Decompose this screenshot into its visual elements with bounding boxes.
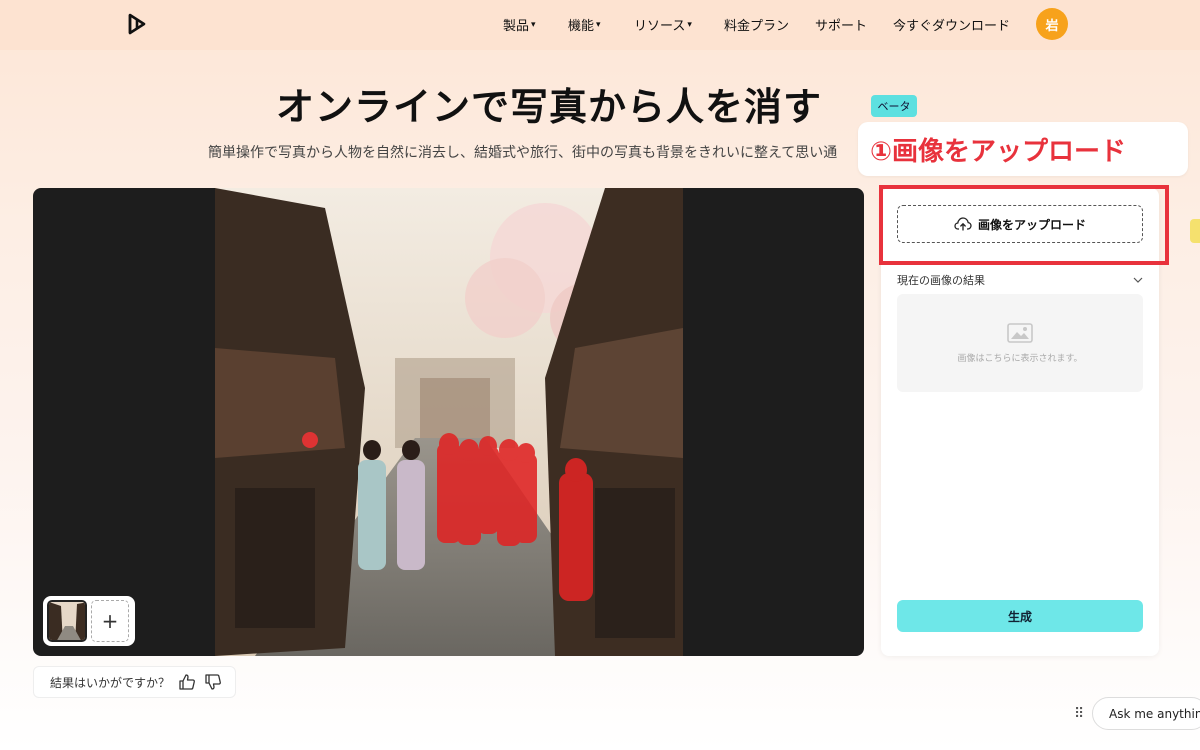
upload-label: 画像をアップロード	[977, 217, 1086, 232]
result-header-label: 現在の画像の結果	[897, 274, 985, 287]
ask-label: Ask me anything	[1109, 706, 1200, 721]
drag-handle-icon[interactable]: ⠿	[1074, 705, 1086, 723]
cloud-upload-icon	[954, 217, 972, 231]
nav-label: 機能	[568, 19, 595, 34]
nav-label: 今すぐダウンロード	[893, 19, 1011, 34]
street-photo	[215, 188, 683, 656]
caret-down-icon: ▾	[687, 19, 692, 30]
thumbnail-strip: +	[43, 596, 135, 646]
side-panel: 画像をアップロード 現在の画像の結果 画像はこちらに表示されます。 生成	[881, 188, 1159, 656]
chevron-down-icon	[1133, 277, 1143, 283]
nav-label: 製品	[503, 19, 530, 34]
page-title: オンラインで写真から人を消す	[276, 85, 823, 129]
thumbnail-image[interactable]	[47, 600, 87, 642]
feedback-bar: 結果はいかがですか？	[33, 666, 236, 698]
nav-item-resources[interactable]: リソース ▾	[634, 15, 692, 34]
top-nav: 製品 ▾ 機能 ▾ リソース ▾ 料金プラン サポート 今すぐダウンロード 岩	[0, 0, 1200, 50]
side-tab[interactable]	[1190, 219, 1200, 243]
thumbnail-preview	[49, 602, 85, 640]
beta-badge: ベータ	[871, 95, 917, 117]
thumbs-down-icon[interactable]	[204, 673, 222, 691]
caret-down-icon: ▾	[531, 19, 536, 30]
image-canvas[interactable]: +	[33, 188, 864, 656]
generate-button[interactable]: 生成	[897, 600, 1143, 632]
preview-placeholder-text: 画像はこちらに表示されます。	[957, 353, 1083, 364]
feedback-question: 結果はいかがですか？	[50, 675, 171, 690]
user-avatar[interactable]: 岩	[1036, 8, 1068, 40]
nav-label: 料金プラン	[724, 19, 790, 34]
upload-image-button[interactable]: 画像をアップロード	[897, 205, 1143, 243]
nav-label: リソース	[634, 19, 686, 34]
nav-item-support[interactable]: サポート	[815, 15, 867, 34]
nav-item-pricing[interactable]: 料金プラン	[724, 15, 789, 34]
add-image-button[interactable]: +	[91, 600, 129, 642]
logo-icon[interactable]	[126, 12, 148, 36]
nav-item-products[interactable]: 製品 ▾	[503, 15, 536, 34]
caret-down-icon: ▾	[596, 19, 601, 30]
result-preview-area: 画像はこちらに表示されます。	[897, 294, 1143, 392]
page-subtitle: 簡単操作で写真から人物を自然に消去し、結婚式や旅行、街中の写真も背景をきれいに整…	[208, 145, 838, 161]
nav-item-features[interactable]: 機能 ▾	[568, 15, 601, 34]
image-placeholder-icon	[1007, 322, 1033, 343]
thumbs-up-icon[interactable]	[178, 673, 196, 691]
step-callout: ①画像をアップロード	[858, 122, 1188, 176]
nav-label: サポート	[815, 19, 868, 34]
ask-assistant-button[interactable]: Ask me anything	[1092, 697, 1200, 730]
result-section-header[interactable]: 現在の画像の結果	[897, 272, 1143, 288]
nav-item-download[interactable]: 今すぐダウンロード	[893, 15, 1010, 34]
